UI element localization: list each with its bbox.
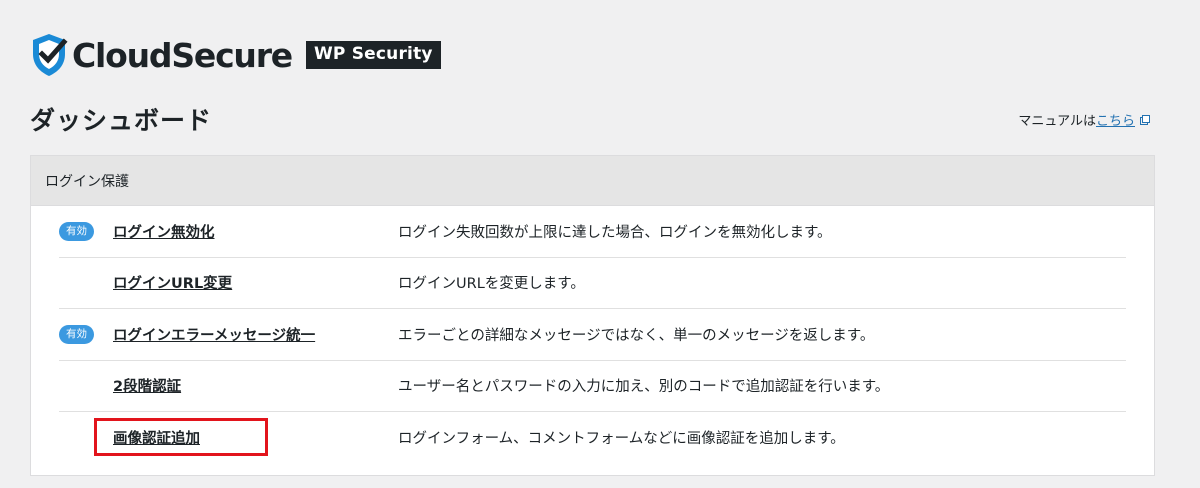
feature-description: エラーごとの詳細なメッセージではなく、単一のメッセージを返します。: [398, 327, 875, 344]
feature-link-two-factor[interactable]: 2段階認証: [113, 375, 398, 396]
brand-badge: WP Security: [305, 41, 441, 69]
feature-description: ログインフォーム、コメントフォームなどに画像認証を追加します。: [398, 431, 845, 448]
manual-note: マニュアルは こちら: [1018, 110, 1150, 129]
shield-check-icon: [33, 34, 68, 76]
enabled-badge: 有効: [59, 221, 94, 241]
feature-link-login-url[interactable]: ログインURL変更: [113, 272, 398, 293]
feature-description: ユーザー名とパスワードの入力に加え、別のコードで追加認証を行います。: [398, 379, 890, 396]
feature-row: ログインURL変更 ログインURLを変更します。: [59, 258, 1126, 309]
feature-description: ログイン失敗回数が上限に達した場合、ログインを無効化します。: [398, 224, 832, 241]
feature-row: 2段階認証 ユーザー名とパスワードの入力に加え、別のコードで追加認証を行います。: [59, 361, 1126, 412]
panel-header: ログイン保護: [31, 156, 1154, 206]
highlight-box: [94, 418, 268, 456]
external-link-icon[interactable]: [1140, 114, 1150, 125]
enabled-badge: 有効: [59, 324, 94, 344]
feature-row: 有効 ログインエラーメッセージ統一 エラーごとの詳細なメッセージではなく、単一の…: [59, 309, 1126, 361]
brand-name: CloudSecure: [72, 35, 293, 75]
brand-logo: CloudSecure WP Security: [30, 32, 441, 78]
feature-link-error-message[interactable]: ログインエラーメッセージ統一: [113, 324, 398, 345]
feature-link-login-lockout[interactable]: ログイン無効化: [113, 221, 398, 242]
feature-description: ログインURLを変更します。: [398, 276, 585, 293]
manual-link[interactable]: こちら: [1096, 110, 1135, 129]
manual-prefix: マニュアルは: [1018, 114, 1096, 129]
feature-row: 有効 ログイン無効化 ログイン失敗回数が上限に達した場合、ログインを無効化します…: [59, 206, 1126, 258]
page-title: ダッシュボード: [30, 106, 213, 135]
